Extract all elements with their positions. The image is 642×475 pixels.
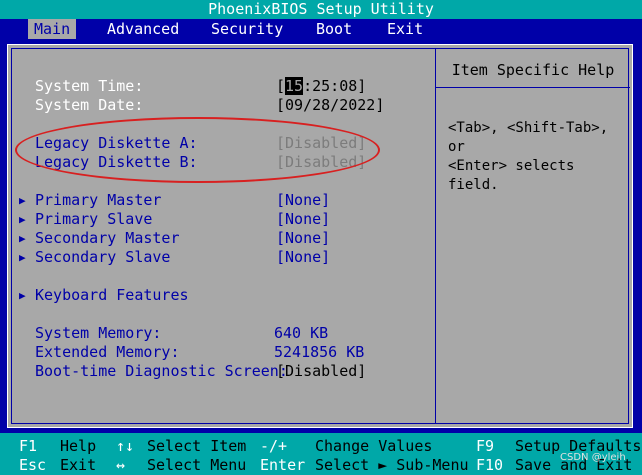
primary-slave-value[interactable]: [None] [276,210,330,228]
secondary-master-value[interactable]: [None] [276,229,330,247]
footer-key-f9: F9 [476,437,495,455]
secondary-slave-arrow-icon: ▶ [19,251,26,264]
footer-bar: F1 Help ↑↓ Select Item -/+ Change Values… [0,433,642,475]
footer-desc-select-item: Select Item [147,437,247,455]
system-time-label: System Time: [35,77,144,95]
menu-bar: Main Advanced Security Boot Exit [0,19,642,39]
system-time-value[interactable]: [15:25:08] [276,77,366,95]
help-separator [436,87,630,88]
primary-master-arrow-icon: ▶ [19,194,26,207]
primary-slave-arrow-icon: ▶ [19,213,26,226]
system-date-value[interactable]: [09/28/2022] [276,96,384,114]
help-title: Item Specific Help [451,61,615,79]
footer-desc-exit: Exit [60,456,97,474]
menu-main[interactable]: Main [28,19,77,39]
secondary-master-label[interactable]: Secondary Master [35,229,180,247]
title-bar: PhoenixBIOS Setup Utility [0,0,642,19]
keyboard-features-label[interactable]: Keyboard Features [35,286,189,304]
system-memory-value: 640 KB [274,324,329,342]
footer-key-enter: Enter [260,456,306,474]
footer-key-updown-icon: ↑↓ [116,437,135,455]
footer-desc-help: Help [60,437,97,455]
footer-key-f10: F10 [476,456,504,474]
help-text: <Tab>, <Shift-Tab>, or <Enter> selects f… [448,120,609,193]
system-time-rest: :25:08] [303,77,367,95]
system-time-hour-cursor[interactable]: 15 [285,77,304,95]
annotation-ellipse [15,117,380,183]
menu-advanced[interactable]: Advanced [101,19,185,39]
boot-diag-value[interactable]: [Disabled] [276,362,366,380]
footer-desc-select-menu: Select Menu [147,456,247,474]
extended-memory-value: 5241856 KB [274,343,365,361]
primary-master-value[interactable]: [None] [276,191,330,209]
menu-security[interactable]: Security [205,19,289,39]
footer-desc-select-submenu: Select ► Sub-Menu [315,456,469,474]
primary-master-label[interactable]: Primary Master [35,191,161,209]
system-date-label: System Date: [35,96,144,114]
secondary-slave-label[interactable]: Secondary Slave [35,248,170,266]
watermark: CSDN @yleih [560,452,626,463]
boot-diag-label: Boot-time Diagnostic Screen: [35,362,288,380]
primary-slave-label[interactable]: Primary Slave [35,210,152,228]
keyboard-features-arrow-icon: ▶ [19,289,26,302]
main-panel: Item Specific Help <Tab>, <Shift-Tab>, o… [7,44,633,428]
help-divider [435,49,436,423]
bios-screen: PhoenixBIOS Setup Utility Main Advanced … [0,0,642,475]
system-memory-label: System Memory: [35,324,162,342]
footer-desc-change-values: Change Values [315,437,433,455]
footer-key-leftright-icon: ↔ [116,456,126,474]
menu-boot[interactable]: Boot [310,19,358,39]
footer-key-minus-plus: -/+ [260,437,288,455]
secondary-master-arrow-icon: ▶ [19,232,26,245]
secondary-slave-value[interactable]: [None] [276,248,330,266]
menu-exit[interactable]: Exit [381,19,429,39]
extended-memory-label: Extended Memory: [35,343,180,361]
footer-key-esc: Esc [19,456,47,474]
system-time-open-bracket: [ [276,77,286,95]
footer-key-f1: F1 [19,437,38,455]
